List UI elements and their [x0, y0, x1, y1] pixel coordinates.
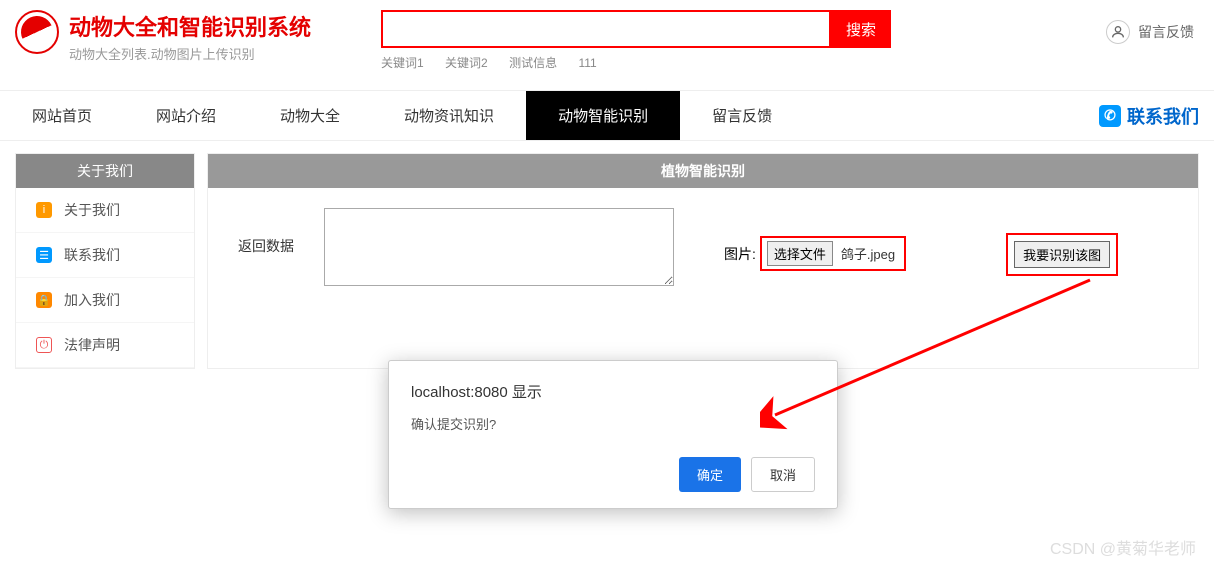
keyword-row: 关键词1 关键词2 测试信息 111 — [381, 54, 891, 71]
info-icon: i — [36, 202, 52, 218]
watermark: CSDN @黄菊华老师 — [1050, 535, 1196, 559]
choose-file-button[interactable]: 选择文件 — [767, 241, 833, 266]
nav-news[interactable]: 动物资讯知识 — [372, 91, 526, 140]
lock-icon: 🔒 — [36, 292, 52, 308]
ok-button[interactable]: 确定 — [679, 457, 741, 492]
panel-title: 植物智能识别 — [208, 154, 1198, 188]
keyword-link[interactable]: 关键词1 — [381, 56, 424, 70]
recognize-button[interactable]: 我要识别该图 — [1014, 241, 1110, 268]
logo — [15, 10, 59, 54]
keyword-link[interactable]: 测试信息 — [509, 56, 557, 70]
feedback-link[interactable]: 留言反馈 — [1106, 10, 1194, 44]
sidebar-title: 关于我们 — [16, 154, 194, 188]
clipboard-icon: ☰ — [36, 247, 52, 263]
keyword-link[interactable]: 关键词2 — [445, 56, 488, 70]
keyword-link[interactable]: 111 — [578, 56, 596, 70]
file-name: 鸽子.jpeg — [837, 242, 899, 265]
confirm-dialog: localhost:8080 显示 确认提交识别? 确定 取消 — [388, 360, 838, 509]
image-label: 图片: — [724, 244, 756, 264]
dialog-title: localhost:8080 显示 — [411, 381, 815, 402]
nav-home[interactable]: 网站首页 — [0, 91, 124, 140]
sidebar-item-contact[interactable]: ☰ 联系我们 — [16, 233, 194, 278]
cancel-button[interactable]: 取消 — [751, 457, 815, 492]
sidebar-item-legal[interactable]: ⏻ 法律声明 — [16, 323, 194, 368]
return-data-textarea[interactable] — [324, 208, 674, 286]
sidebar-item-about[interactable]: i 关于我们 — [16, 188, 194, 233]
sidebar-item-join[interactable]: 🔒 加入我们 — [16, 278, 194, 323]
site-title: 动物大全和智能识别系统 — [69, 10, 311, 42]
headset-icon — [1106, 20, 1130, 44]
phone-icon: ✆ — [1099, 105, 1121, 127]
nav-recognition[interactable]: 动物智能识别 — [526, 91, 680, 140]
nav-animals[interactable]: 动物大全 — [248, 91, 372, 140]
search-button[interactable]: 搜索 — [831, 10, 891, 48]
nav-feedback[interactable]: 留言反馈 — [680, 91, 804, 140]
power-icon: ⏻ — [36, 337, 52, 353]
contact-link[interactable]: ✆ 联系我们 — [1099, 103, 1199, 129]
site-subtitle: 动物大全列表.动物图片上传识别 — [69, 44, 311, 63]
search-input[interactable] — [381, 10, 831, 48]
dialog-message: 确认提交识别? — [411, 414, 815, 433]
return-data-label: 返回数据 — [238, 208, 294, 256]
nav-about[interactable]: 网站介绍 — [124, 91, 248, 140]
